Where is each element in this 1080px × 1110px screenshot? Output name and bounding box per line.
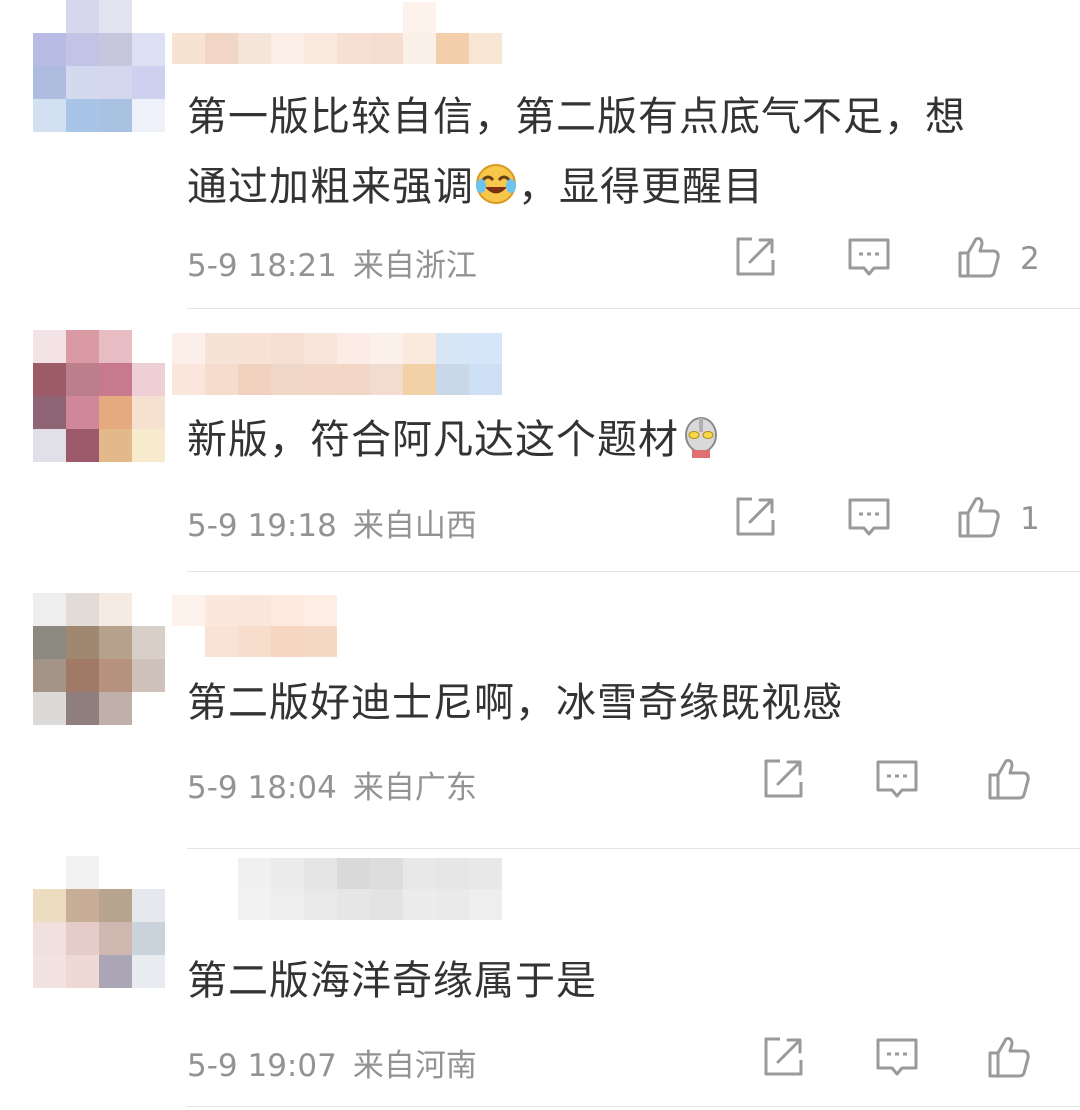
comment-icon: [874, 1034, 920, 1084]
avatar-pixel: [99, 955, 132, 988]
username-pixel: [469, 858, 502, 889]
username-pixel: [304, 858, 337, 889]
avatar-pixel: [66, 856, 99, 889]
username[interactable]: [172, 858, 502, 920]
username-pixel: [205, 889, 238, 920]
username-pixel: [172, 889, 205, 920]
avatar-pixel: [33, 856, 66, 889]
avatar[interactable]: [33, 856, 165, 988]
avatar-pixel: [66, 955, 99, 988]
avatar-pixel: [132, 889, 165, 922]
avatar-pixel: [33, 955, 66, 988]
username-pixel: [238, 858, 271, 889]
avatar-pixel: [33, 922, 66, 955]
comment-meta: 5-9 19:07 来自河南: [187, 1040, 477, 1085]
share-icon: [760, 1034, 806, 1084]
username-pixel: [436, 858, 469, 889]
comment-item: 第二版海洋奇缘属于是 5-9 19:07 来自河南: [0, 0, 1080, 1110]
avatar-pixel: [132, 922, 165, 955]
comment-text: 第二版海洋奇缘属于是: [187, 946, 1050, 1016]
username-pixel: [403, 858, 436, 889]
avatar-pixel: [66, 922, 99, 955]
comment-button[interactable]: [874, 1034, 920, 1084]
comment-time: 5-9 19:07: [187, 1048, 337, 1084]
username-pixel: [403, 889, 436, 920]
username-pixel: [205, 858, 238, 889]
username-pixel: [271, 858, 304, 889]
avatar-pixel: [99, 856, 132, 889]
thumbs-up-icon: [986, 1034, 1032, 1084]
avatar-pixel: [33, 889, 66, 922]
comment-text-line: 第二版海洋奇缘属于是: [187, 958, 597, 1004]
username-pixel: [469, 889, 502, 920]
username-pixel: [337, 858, 370, 889]
avatar-pixel: [99, 889, 132, 922]
username-pixel: [337, 889, 370, 920]
divider: [187, 1106, 1080, 1107]
username-pixel: [370, 858, 403, 889]
username-pixel: [172, 858, 205, 889]
like-button[interactable]: [986, 1034, 1032, 1084]
share-button[interactable]: [760, 1034, 806, 1084]
username-pixel: [370, 889, 403, 920]
username-pixel: [271, 889, 304, 920]
avatar-pixel: [99, 922, 132, 955]
avatar-pixel: [132, 955, 165, 988]
comment-location: 来自河南: [352, 1048, 477, 1084]
username-pixel: [436, 889, 469, 920]
username-pixel: [238, 889, 271, 920]
avatar-pixel: [66, 889, 99, 922]
username-pixel: [304, 889, 337, 920]
avatar-pixel: [132, 856, 165, 889]
